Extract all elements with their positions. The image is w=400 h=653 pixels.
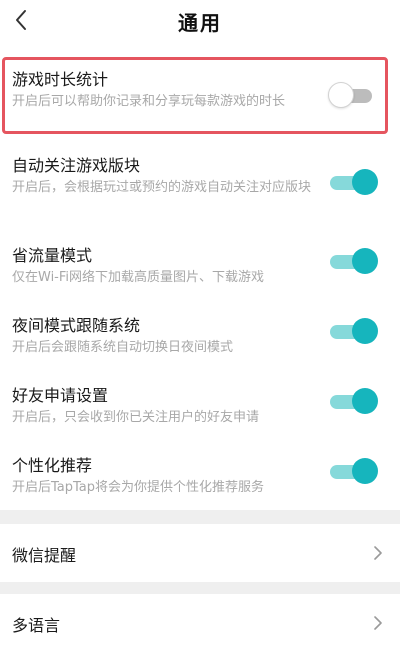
toggle-knob — [352, 458, 378, 484]
setting-data-saver: 省流量模式 仅在Wi-Fi网络下加载高质量图片、下载游戏 — [0, 236, 400, 292]
setting-name: 自动关注游戏版块 — [12, 156, 141, 175]
nav-label: 微信提醒 — [12, 546, 77, 565]
night-mode-toggle[interactable] — [328, 317, 378, 345]
chevron-right-icon — [374, 546, 382, 560]
nav-wechat-reminder[interactable]: 微信提醒 — [0, 524, 400, 582]
setting-game-duration-stats: 游戏时长统计 开启后可以帮助你记录和分享玩每款游戏的时长 — [0, 60, 400, 134]
setting-name: 个性化推荐 — [12, 456, 93, 475]
setting-friend-request: 好友申请设置 开启后，只会收到你已关注用户的好友申请 — [0, 376, 400, 432]
chevron-right-icon — [374, 616, 382, 630]
setting-name: 好友申请设置 — [12, 386, 109, 405]
setting-personalized-recommendation: 个性化推荐 开启后TapTap将会为你提供个性化推荐服务 — [0, 446, 400, 502]
setting-description: 开启后TapTap将会为你提供个性化推荐服务 — [12, 480, 265, 495]
setting-name: 夜间模式跟随系统 — [12, 316, 141, 335]
friend-request-toggle[interactable] — [328, 387, 378, 415]
toggle-knob — [352, 169, 378, 195]
data-saver-toggle[interactable] — [328, 247, 378, 275]
setting-name: 游戏时长统计 — [12, 70, 109, 89]
personalized-recommendation-toggle[interactable] — [328, 457, 378, 485]
page-title: 通用 — [178, 11, 222, 35]
setting-description: 开启后会跟随系统自动切换日夜间模式 — [12, 340, 234, 355]
nav-label: 多语言 — [12, 616, 61, 635]
nav-multi-language[interactable]: 多语言 — [0, 594, 400, 652]
setting-description: 仅在Wi-Fi网络下加载高质量图片、下载游戏 — [12, 270, 265, 285]
setting-description: 开启后，会根据玩过或预约的游戏自动关注对应版块 — [12, 180, 312, 195]
game-duration-toggle[interactable] — [328, 81, 378, 109]
toggle-knob — [352, 388, 378, 414]
setting-auto-follow-boards: 自动关注游戏版块 开启后，会根据玩过或预约的游戏自动关注对应版块 — [0, 146, 400, 222]
toggle-knob — [328, 82, 354, 108]
setting-description: 开启后可以帮助你记录和分享玩每款游戏的时长 — [12, 94, 286, 109]
header: 通用 — [0, 0, 400, 44]
section-divider — [0, 510, 400, 524]
toggle-knob — [352, 248, 378, 274]
setting-description: 开启后，只会收到你已关注用户的好友申请 — [12, 410, 260, 425]
section-divider — [0, 582, 400, 594]
setting-name: 省流量模式 — [12, 246, 93, 265]
setting-night-mode-follow-system: 夜间模式跟随系统 开启后会跟随系统自动切换日夜间模式 — [0, 306, 400, 362]
toggle-knob — [352, 318, 378, 344]
auto-follow-toggle[interactable] — [328, 168, 378, 196]
